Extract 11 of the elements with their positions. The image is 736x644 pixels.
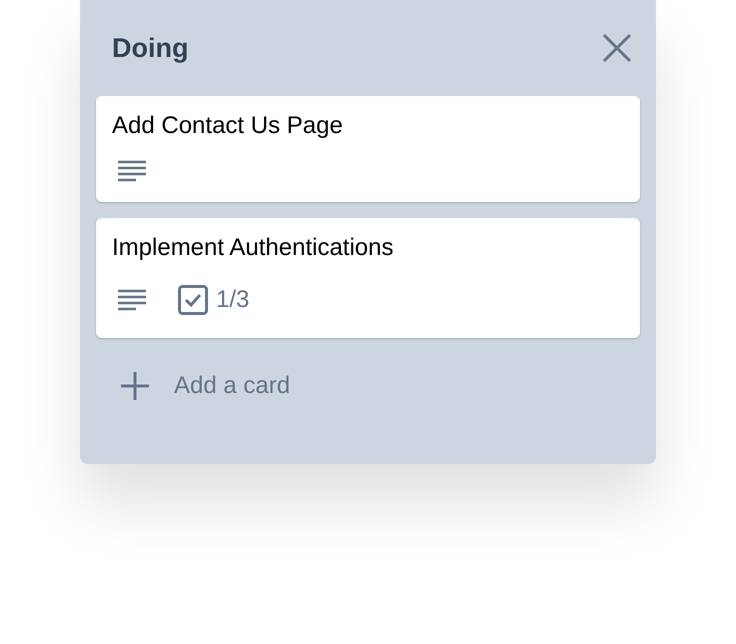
- card-title: Implement Authentications: [112, 233, 394, 263]
- description-icon: [118, 160, 146, 182]
- close-icon[interactable]: [602, 33, 632, 63]
- checklist-count: 1/3: [216, 285, 250, 315]
- task-card[interactable]: Implement Authentications 1/3: [96, 218, 640, 338]
- checkbox-icon: [178, 285, 208, 315]
- task-card[interactable]: Add Contact Us Page: [96, 96, 640, 202]
- description-icon: [118, 289, 146, 311]
- card-title: Add Contact Us Page: [112, 111, 344, 141]
- list-title: Doing: [112, 32, 188, 65]
- plus-icon: [120, 371, 150, 401]
